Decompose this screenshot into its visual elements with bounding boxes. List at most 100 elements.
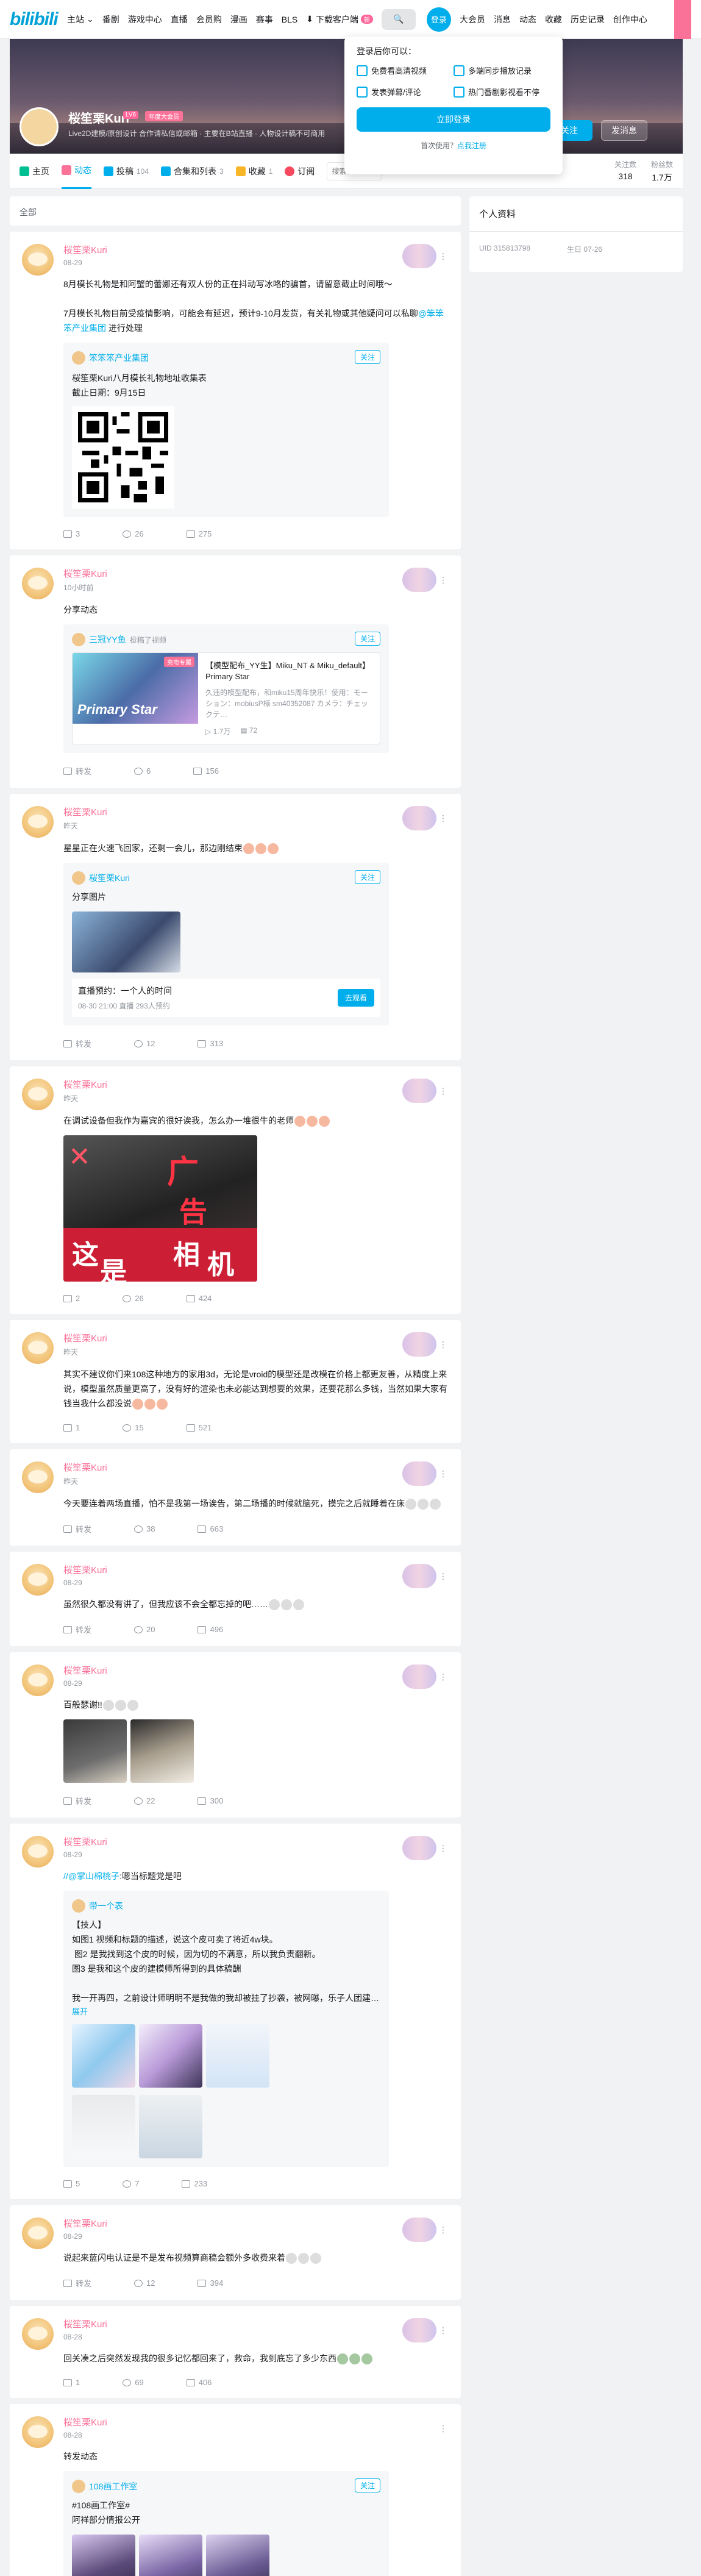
like-button[interactable]: 663 [197,1523,223,1535]
post-image[interactable] [72,2535,135,2576]
forwarded-post[interactable]: 桜笙栗Kuri 关注 分享图片 直播预约：一个人的时间 08-30 21:00 直… [63,863,389,1026]
author-name[interactable]: 桜笙栗Kuri [63,1664,449,1678]
nav-link-anime[interactable]: 番剧 [102,13,119,26]
forward-button[interactable]: 2 [63,1294,80,1303]
message-button[interactable]: 发消息 [601,120,647,141]
forward-author-name[interactable]: 带一个表 [89,1900,123,1912]
forward-author-name[interactable]: 三冠YY鱼 [89,633,126,646]
author-name[interactable]: 桜笙栗Kuri [63,568,449,581]
forward-button[interactable]: 转发 [63,1038,91,1049]
forward-button[interactable]: 1 [63,2378,80,2387]
forward-author-avatar[interactable] [72,2480,85,2493]
more-icon[interactable]: ⋮ [439,2424,447,2434]
author-name[interactable]: 桜笙栗Kuri [63,1836,449,1849]
forwarded-post[interactable]: 笨笨笨产业集团 关注 桜笙栗Kuri八月模长礼物地址收集表 截止日期：9月15日 [63,343,389,517]
nav-dynamics[interactable]: 动态 [519,13,536,26]
forward-follow-button[interactable]: 关注 [354,870,380,884]
author-name[interactable]: 桜笙栗Kuri [63,2318,449,2332]
post-time[interactable]: 08-28 [63,2431,449,2439]
post-time[interactable]: 08-28 [63,2333,449,2341]
comment-button[interactable]: 69 [123,2378,144,2387]
search-button[interactable]: 🔍 [381,9,416,30]
tab-collections[interactable]: 合集和列表 3 [161,154,224,189]
like-button[interactable]: 156 [193,765,219,777]
like-button[interactable]: 233 [182,2179,207,2188]
forward-author-name[interactable]: 笨笨笨产业集团 [89,352,149,364]
comment-button[interactable]: 38 [134,1523,155,1535]
comment-button[interactable]: 22 [134,1795,155,1807]
post-image[interactable] [63,1719,127,1783]
forwarded-post[interactable]: 108画工作室 关注 #108画工作室# 阿祥部分情报公开 [63,2471,389,2576]
tab-home[interactable]: 主页 [20,154,49,189]
post-time[interactable]: 08-29 [63,2232,449,2241]
forward-follow-button[interactable]: 关注 [354,2478,380,2492]
nav-link-manga[interactable]: 漫画 [230,13,247,26]
nav-link-main[interactable]: 主站 ⌄ [67,13,94,26]
forward-follow-button[interactable]: 关注 [354,632,380,646]
comment-button[interactable]: 15 [123,1423,144,1432]
post-image[interactable] [139,2024,202,2088]
forward-button[interactable]: 转发 [63,1523,91,1535]
post-time[interactable]: 昨天 [63,821,449,831]
more-icon[interactable]: ⋮ [439,1086,447,1096]
post-image[interactable] [72,2095,135,2158]
login-avatar-button[interactable]: 登录 [426,7,451,32]
comment-button[interactable]: 12 [134,2277,155,2289]
nav-link-match[interactable]: 赛事 [256,13,273,26]
more-icon[interactable]: ⋮ [439,2325,447,2336]
author-avatar[interactable] [22,1079,54,1110]
upload-button[interactable] [674,0,691,39]
shared-image[interactable] [72,912,180,972]
like-button[interactable]: 424 [186,1294,212,1303]
like-button[interactable]: 496 [197,1624,223,1635]
video-thumbnail[interactable]: 充电专属 Primary Star [73,653,198,724]
author-name[interactable]: 桜笙栗Kuri [63,1079,449,1092]
expand-link[interactable]: 展开 [72,2005,380,2017]
post-time[interactable]: 08-29 [63,1679,449,1688]
more-icon[interactable]: ⋮ [439,1843,447,1854]
post-image[interactable] [72,2024,135,2088]
forward-follow-button[interactable]: 关注 [354,350,380,364]
forward-author-avatar[interactable] [72,351,85,365]
post-image[interactable] [130,1719,194,1783]
nav-vip[interactable]: 大会员 [460,13,485,26]
nav-messages[interactable]: 消息 [494,13,511,26]
author-avatar[interactable] [22,2416,54,2448]
comment-button[interactable]: 26 [123,529,144,538]
author-avatar[interactable] [22,1461,54,1493]
post-time[interactable]: 08-29 [63,259,449,267]
author-name[interactable]: 桜笙栗Kuri [63,1332,449,1346]
more-icon[interactable]: ⋮ [439,1672,447,1682]
forward-author-avatar[interactable] [72,633,85,646]
more-icon[interactable]: ⋮ [439,813,447,824]
like-button[interactable]: 521 [186,1423,212,1432]
like-button[interactable]: 275 [186,529,212,538]
author-avatar[interactable] [22,244,54,276]
comment-button[interactable]: 6 [134,765,151,777]
author-avatar[interactable] [22,1332,54,1364]
more-icon[interactable]: ⋮ [439,1469,447,1479]
nav-creator-center[interactable]: 创作中心 [613,13,647,26]
post-image[interactable] [139,2095,202,2158]
more-icon[interactable]: ⋮ [439,1340,447,1350]
download-client-link[interactable]: ⬇ 下载客户端新 [306,13,373,26]
like-button[interactable]: 300 [197,1795,223,1807]
followers-stat[interactable]: 粉丝数 1.7万 [651,159,673,184]
mention-link[interactable]: //@掌山棉桃子 [63,1871,119,1881]
author-avatar[interactable] [22,1664,54,1696]
post-time[interactable]: 昨天 [63,1347,449,1357]
like-button[interactable]: 394 [197,2277,223,2289]
author-avatar[interactable] [22,1836,54,1868]
comment-button[interactable]: 12 [134,1038,155,1049]
forward-button[interactable]: 5 [63,2179,80,2188]
author-avatar[interactable] [22,2318,54,2350]
register-link[interactable]: 点我注册 [457,141,486,150]
forward-author-name[interactable]: 桜笙栗Kuri [89,872,130,884]
forward-author-avatar[interactable] [72,1899,85,1913]
author-avatar[interactable] [22,2217,54,2249]
following-stat[interactable]: 关注数 318 [614,159,636,184]
post-time[interactable]: 昨天 [63,1093,449,1104]
video-card[interactable]: 充电专属 Primary Star 【模型配布_YY生】Miku_NT & Mi… [72,652,380,744]
more-icon[interactable]: ⋮ [439,1571,447,1582]
author-name[interactable]: 桜笙栗Kuri [63,806,449,819]
